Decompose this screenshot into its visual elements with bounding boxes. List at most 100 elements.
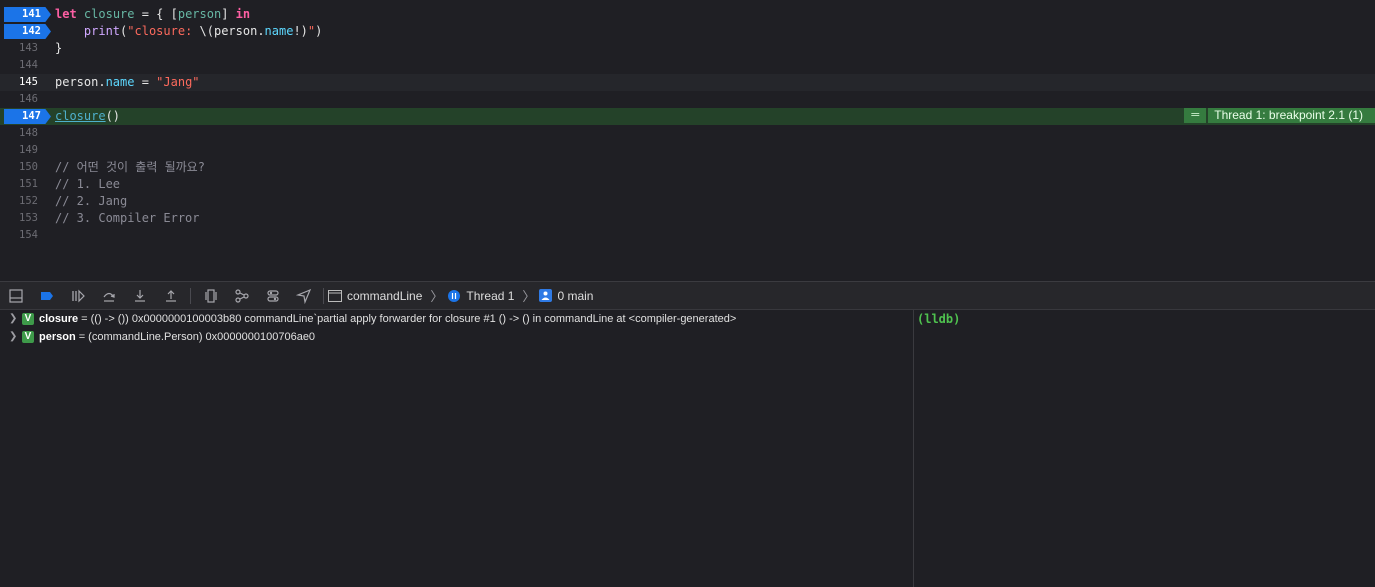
- disclosure-triangle-icon[interactable]: ❯: [9, 310, 18, 328]
- code-text: }: [55, 40, 62, 57]
- simulate-location-icon[interactable]: [288, 282, 319, 310]
- breakpoint-marker[interactable]: 147: [4, 109, 51, 124]
- code-line[interactable]: 152 // 2. Jang: [0, 193, 1375, 210]
- step-over-icon[interactable]: [93, 282, 124, 310]
- code-line[interactable]: 144: [0, 57, 1375, 74]
- line-number[interactable]: 146: [4, 91, 46, 108]
- code-token: // 3. Compiler Error: [55, 211, 200, 225]
- code-line[interactable]: 147 closure() ═ Thread 1: breakpoint 2.1 (1…: [0, 108, 1375, 125]
- hide-debug-area-icon[interactable]: [0, 282, 31, 310]
- debug-toolbar: commandLine 〉 Thread 1 〉 0 main: [0, 281, 1375, 310]
- line-number: 142: [22, 25, 41, 37]
- line-number[interactable]: 153: [4, 210, 46, 227]
- breakpoint-marker[interactable]: 142: [4, 24, 51, 39]
- code-token: person.: [55, 75, 106, 89]
- line-number[interactable]: 154: [4, 227, 46, 244]
- code-line[interactable]: 141 let closure = { [person] in: [0, 6, 1375, 23]
- code-token: \(person.: [199, 24, 265, 38]
- code-token: "Jang": [156, 75, 200, 89]
- variable-row-closure[interactable]: ❯ V closure = (() -> ()) 0x0000000100003…: [0, 310, 913, 328]
- code-token: ]: [221, 7, 236, 21]
- step-out-icon[interactable]: [155, 282, 186, 310]
- code-text: print("closure: \(person.name!)"): [55, 23, 322, 40]
- chevron-right-icon: 〉: [522, 289, 536, 304]
- lldb-prompt: (lldb): [917, 312, 961, 326]
- debug-view-hierarchy-icon[interactable]: [195, 282, 226, 310]
- line-number: 141: [22, 8, 41, 20]
- breakpoint-marker[interactable]: 141: [4, 7, 51, 22]
- code-line[interactable]: 149: [0, 142, 1375, 159]
- code-token: name: [105, 75, 135, 89]
- code-text: person.name = "Jang": [55, 74, 200, 91]
- toolbar-separator: [190, 287, 191, 304]
- memory-graph-icon[interactable]: [226, 282, 257, 310]
- code-text: let closure = { [person] in: [55, 6, 250, 23]
- code-line[interactable]: 150 // 어떤 것이 출력 될까요?: [0, 159, 1375, 176]
- code-token: in: [235, 7, 251, 21]
- variable-row-person[interactable]: ❯ V person = (commandLine.Person) 0x0000…: [0, 328, 913, 346]
- code-lines: 140141let closure = { [person] in142 pri…: [0, 0, 1375, 244]
- breadcrumb-thread[interactable]: Thread 1: [447, 289, 514, 303]
- code-token: closure: [55, 109, 106, 123]
- code-token: = { [: [134, 7, 178, 21]
- code-line[interactable]: 145 person.name = "Jang": [0, 74, 1375, 91]
- breadcrumb-target[interactable]: commandLine: [328, 289, 422, 303]
- line-number[interactable]: 149: [4, 142, 46, 159]
- code-token: // 어떤 것이 출력 될까요?: [55, 160, 205, 174]
- code-text: // 3. Compiler Error: [55, 210, 200, 227]
- thread-badge-label: Thread 1: breakpoint 2.1 (1): [1208, 108, 1375, 123]
- code-line[interactable]: 142 print("closure: \(person.name!)"): [0, 23, 1375, 40]
- code-line[interactable]: 146: [0, 91, 1375, 108]
- user-frame-icon: [539, 289, 553, 302]
- environment-overrides-icon[interactable]: [257, 282, 288, 310]
- source-editor[interactable]: 140141let closure = { [person] in142 pri…: [0, 0, 1375, 281]
- line-number[interactable]: 150: [4, 159, 46, 176]
- variable-name: closure: [39, 313, 79, 325]
- code-token: person: [177, 7, 222, 21]
- window-icon: [328, 289, 342, 302]
- variable-value: = (() -> ()) 0x0000000100003b80 commandL…: [81, 313, 737, 325]
- variable-badge: V: [22, 313, 34, 325]
- variable-name: person: [39, 331, 76, 343]
- disclosure-triangle-icon[interactable]: ❯: [9, 328, 18, 346]
- code-line[interactable]: 154: [0, 227, 1375, 244]
- variables-view: ❯ V closure = (() -> ()) 0x0000000100003…: [0, 310, 913, 587]
- code-token: // 1. Lee: [55, 177, 121, 191]
- variable-value: = (commandLine.Person) 0x0000000100706ae…: [78, 331, 316, 343]
- breadcrumb-frame[interactable]: 0 main: [539, 289, 593, 303]
- code-token: }: [55, 41, 63, 55]
- code-line[interactable]: 143}: [0, 40, 1375, 57]
- code-line[interactable]: 148: [0, 125, 1375, 142]
- thread-icon: [448, 289, 461, 302]
- code-token: closure: [83, 7, 135, 21]
- line-number[interactable]: 144: [4, 57, 46, 74]
- code-token: ): [315, 24, 323, 38]
- line-number[interactable]: 143: [4, 40, 46, 57]
- lldb-console[interactable]: (lldb): [914, 310, 1375, 587]
- code-token: let: [55, 7, 77, 21]
- breadcrumb-frame-label: 0 main: [557, 288, 594, 303]
- breakpoints-toggle-icon[interactable]: [31, 282, 62, 310]
- line-number[interactable]: 148: [4, 125, 46, 142]
- line-number[interactable]: 145: [4, 74, 46, 91]
- continue-icon[interactable]: [62, 282, 93, 310]
- variable-badge: V: [22, 331, 34, 343]
- line-number[interactable]: 151: [4, 176, 46, 193]
- code-line[interactable]: 151 // 1. Lee: [0, 176, 1375, 193]
- thread-breakpoint-badge[interactable]: ═ Thread 1: breakpoint 2.1 (1): [1184, 108, 1375, 123]
- code-token: (): [105, 109, 121, 123]
- equals-icon: ═: [1184, 108, 1207, 123]
- code-text: // 1. Lee: [55, 176, 120, 193]
- code-line[interactable]: 153 // 3. Compiler Error: [0, 210, 1375, 227]
- breadcrumb-target-label: commandLine: [347, 288, 423, 303]
- code-token: // 2. Jang: [55, 194, 128, 208]
- toolbar-separator: [323, 287, 324, 304]
- line-number: 147: [22, 110, 41, 122]
- chevron-right-icon: 〉: [430, 289, 444, 304]
- code-token: print: [83, 24, 121, 38]
- code-text: closure(): [55, 108, 120, 125]
- step-into-icon[interactable]: [124, 282, 155, 310]
- line-number[interactable]: 152: [4, 193, 46, 210]
